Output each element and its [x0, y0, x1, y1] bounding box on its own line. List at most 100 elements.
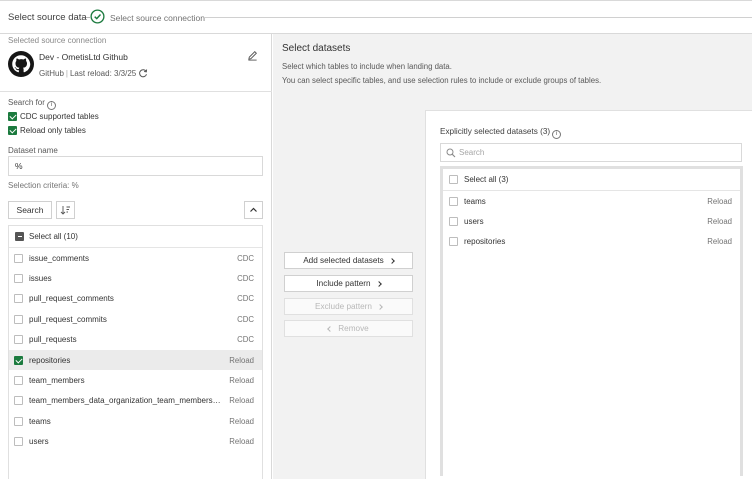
- dataset-type: Reload: [229, 437, 254, 447]
- exclude-pattern-button[interactable]: Exclude pattern: [284, 298, 413, 315]
- step-select-source-data[interactable]: Select source data: [8, 12, 87, 23]
- row-checkbox[interactable]: [14, 396, 23, 406]
- dataset-name: repositories: [29, 355, 71, 365]
- table-row[interactable]: pull_request_comments CDC: [9, 289, 262, 309]
- selected-select-all-checkbox[interactable]: [449, 175, 458, 184]
- info-icon[interactable]: i: [552, 130, 562, 139]
- select-all-checkbox[interactable]: [15, 232, 24, 241]
- selected-dataset-type: Reload: [707, 237, 732, 247]
- row-checkbox[interactable]: [14, 253, 23, 263]
- collapse-button[interactable]: [244, 201, 263, 219]
- table-row[interactable]: issues CDC: [9, 268, 262, 288]
- select-all-label: Select all (10): [29, 232, 78, 241]
- list-item[interactable]: teams Reload: [443, 191, 740, 211]
- table-row[interactable]: issue_comments CDC: [9, 248, 262, 268]
- row-checkbox[interactable]: [14, 416, 23, 426]
- row-checkbox[interactable]: [14, 437, 23, 447]
- table-row[interactable]: repositories Reload: [9, 349, 262, 371]
- reload-only-checkbox-row[interactable]: Reload only tables: [8, 126, 86, 135]
- row-checkbox[interactable]: [449, 196, 458, 206]
- row-checkbox[interactable]: [14, 355, 23, 365]
- page-description-1: Select which tables to include when land…: [282, 62, 452, 71]
- list-item[interactable]: users Reload: [443, 211, 740, 231]
- row-checkbox[interactable]: [14, 314, 23, 324]
- source-divider: [0, 91, 272, 92]
- cdc-supported-checkbox-row[interactable]: CDC supported tables: [8, 112, 99, 121]
- selected-dataset-type: Reload: [707, 196, 732, 206]
- available-datasets-list: Select all (10) issue_comments CDC issues C…: [8, 225, 263, 479]
- row-checkbox[interactable]: [14, 294, 23, 304]
- dataset-type: CDC: [237, 274, 254, 284]
- reload-only-checkbox[interactable]: [8, 126, 17, 135]
- selected-datasets-panel: Explicitly selected datasets (3)i Select…: [425, 110, 752, 479]
- reload-only-label: Reload only tables: [20, 126, 86, 135]
- table-row[interactable]: team_members Reload: [9, 370, 262, 390]
- dataset-type: CDC: [237, 335, 254, 345]
- selected-datasets-title: Explicitly selected datasets (3) i: [440, 127, 562, 139]
- table-row[interactable]: pull_requests CDC: [9, 330, 262, 350]
- selected-dataset-name: users: [464, 216, 484, 226]
- dataset-type: CDC: [237, 314, 254, 324]
- selection-criteria: Selection criteria: %: [8, 181, 79, 190]
- dataset-type: Reload: [229, 376, 254, 386]
- row-checkbox[interactable]: [14, 274, 23, 284]
- selected-search-input[interactable]: [459, 146, 729, 159]
- refresh-icon[interactable]: [138, 68, 148, 78]
- search-button[interactable]: Search: [8, 201, 52, 219]
- remove-button[interactable]: Remove: [284, 320, 413, 337]
- table-row[interactable]: pull_request_commits CDC: [9, 309, 262, 329]
- source-meta: GitHub | Last reload: 3/3/25: [39, 69, 136, 78]
- selected-datasets-list: Select all (3) teams Reload users Reload rep…: [440, 166, 743, 476]
- dataset-type: Reload: [229, 355, 254, 365]
- dataset-name-input[interactable]: [8, 156, 263, 176]
- dataset-name: issues: [29, 274, 52, 284]
- sort-button[interactable]: [56, 201, 75, 219]
- list-item[interactable]: repositories Reload: [443, 232, 740, 252]
- dataset-name-label: Dataset name: [8, 146, 58, 155]
- dataset-name: teams: [29, 416, 51, 426]
- dataset-name: issue_comments: [29, 253, 90, 263]
- github-logo-icon: [8, 51, 34, 77]
- select-all-row[interactable]: Select all (10): [9, 226, 262, 248]
- selected-dataset-name: teams: [464, 196, 486, 206]
- search-icon: [446, 148, 456, 158]
- include-pattern-button[interactable]: Include pattern: [284, 275, 413, 292]
- add-selected-datasets-button[interactable]: Add selected datasets: [284, 252, 413, 269]
- step-select-source-connection[interactable]: Select source connection: [110, 13, 205, 23]
- row-checkbox[interactable]: [14, 376, 23, 386]
- dataset-name: team_members_data_organization_team_memb…: [29, 396, 224, 406]
- pencil-icon[interactable]: [247, 50, 258, 61]
- source-connection-label: Selected source connection: [8, 36, 107, 45]
- meta-separator: |: [65, 69, 68, 78]
- cdc-supported-checkbox[interactable]: [8, 112, 17, 121]
- source-connection-name: Dev - OmetisLtd Github: [39, 52, 128, 62]
- check-circle-icon: [90, 9, 105, 24]
- row-checkbox[interactable]: [14, 335, 23, 345]
- table-row[interactable]: users Reload: [9, 432, 262, 452]
- remove-label: Remove: [338, 324, 369, 333]
- source-type: GitHub: [39, 69, 64, 78]
- table-row[interactable]: team_members_data_organization_team_memb…: [9, 391, 262, 411]
- row-checkbox[interactable]: [449, 216, 458, 226]
- chevron-right-icon: [377, 303, 383, 310]
- table-row[interactable]: teams Reload: [9, 411, 262, 431]
- dataset-name: pull_requests: [29, 335, 77, 345]
- selected-select-all-row[interactable]: Select all (3): [443, 169, 740, 191]
- dataset-type: Reload: [229, 416, 254, 426]
- chevron-left-icon: [327, 325, 334, 332]
- selected-search-box[interactable]: [440, 143, 742, 162]
- search-for-text: Search for: [8, 98, 45, 107]
- add-selected-label: Add selected datasets: [303, 256, 384, 265]
- search-for-label: Search for i: [8, 98, 56, 110]
- row-checkbox[interactable]: [449, 237, 458, 247]
- dataset-name: pull_request_comments: [29, 294, 114, 304]
- left-panel: Selected source connection Dev - OmetisL…: [0, 34, 272, 479]
- selected-select-all-label: Select all (3): [464, 175, 509, 184]
- selected-datasets-title-text: Explicitly selected datasets (3): [440, 127, 551, 136]
- info-icon[interactable]: i: [46, 101, 56, 110]
- chevron-right-icon: [375, 280, 382, 287]
- main-panel: Select datasets Select which tables to i…: [273, 34, 752, 479]
- chevron-right-icon: [388, 257, 395, 264]
- dataset-type: Reload: [229, 396, 254, 406]
- last-reload: Last reload: 3/3/25: [69, 69, 137, 78]
